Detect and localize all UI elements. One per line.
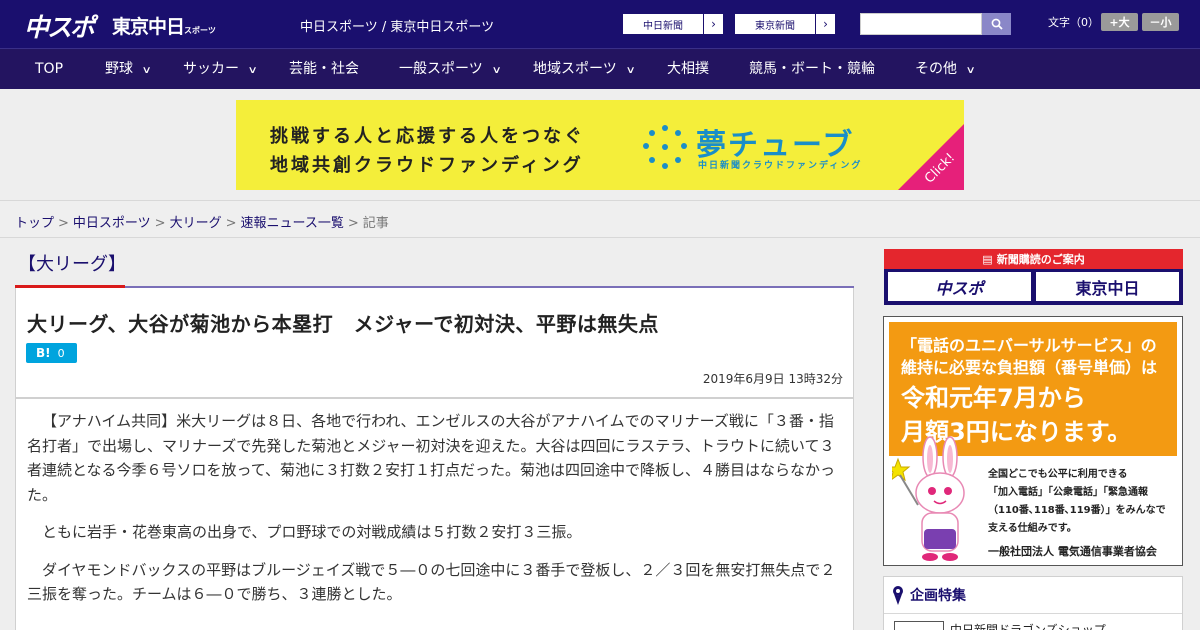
hatena-bookmark-icon: B! (36, 346, 51, 360)
breadcrumb-bar: トップ > 中日スポーツ > 大リーグ > 速報ニュース一覧 > 記事 (0, 200, 1200, 238)
article-paragraph: ダイヤモンドバックスの平野はブルージェイズ戦で５―０の七回途中に３番手で登板し、… (27, 560, 836, 604)
breadcrumb-separator: > (225, 216, 237, 231)
breadcrumb-link-news-list[interactable]: 速報ニュース一覧 (241, 216, 344, 231)
nav-item-sumo[interactable]: 大相撲 (667, 49, 709, 89)
breadcrumb-separator: > (347, 216, 359, 231)
search-input[interactable] (860, 13, 982, 35)
banner-line2: 地域共創クラウドファンディング (270, 155, 584, 176)
universal-service-ad[interactable]: 「電話のユニバーサルサービス」の 維持に必要な負担額（番号単価）は 令和元年7月… (883, 316, 1183, 566)
hatena-bookmark-count: 0 (57, 346, 65, 360)
feature-heading: 企画特集 (892, 585, 966, 605)
subscribe-chunichi-sports[interactable]: 中スポ (888, 272, 1031, 301)
chevron-right-icon: › (815, 14, 835, 34)
chevron-down-icon: ∨ (965, 65, 976, 76)
ribbon-icon (893, 586, 903, 605)
tokyo-logo-text: 東京中日 (112, 16, 185, 38)
breadcrumb-link-chunichi-sports[interactable]: 中日スポーツ (73, 216, 151, 231)
banner-line1: 挑戦する人と応援する人をつなぐ (270, 126, 585, 147)
chunichi-shimbun-label: 中日新聞 (643, 20, 683, 32)
subscribe-tokyo-chunichi[interactable]: 東京中日 (1036, 272, 1179, 301)
ad-body-line: 「加入電話」「公衆電話」「緊急通報 (988, 487, 1148, 498)
nav-label: 芸能・社会 (289, 61, 359, 77)
article-paragraph: ともに岩手・花巻東高の出身で、プロ野球での対戦成績は５打数２安打３三振。 (42, 523, 582, 541)
chevron-right-icon: › (703, 14, 723, 34)
nav-label: TOP (35, 61, 64, 77)
breadcrumb-link-mlb[interactable]: 大リーグ (170, 216, 222, 231)
font-size-label: 文字（0） (1048, 16, 1099, 29)
article-title: 大リーグ、大谷が菊池から本塁打 メジャーで初対決、平野は無失点 (27, 312, 659, 336)
ad-line1: 「電話のユニバーサルサービス」の (901, 336, 1157, 355)
nav-item-baseball[interactable]: 野球 ∨ (105, 49, 152, 89)
search-button[interactable] (982, 13, 1011, 35)
feature-thumbnail[interactable] (894, 621, 944, 630)
breadcrumb-link-top[interactable]: トップ (15, 216, 54, 231)
subscription-heading-label: 新聞購読のご案内 (996, 253, 1085, 266)
ad-body-line: （110番､118番､119番）」をみんなで (988, 505, 1166, 516)
breadcrumb: トップ > 中日スポーツ > 大リーグ > 速報ニュース一覧 > 記事 (15, 212, 389, 231)
site-links[interactable]: 中日スポーツ / 東京中日スポーツ (300, 16, 494, 35)
divider (884, 613, 1182, 614)
nav-item-soccer[interactable]: サッカー ∨ (183, 49, 258, 89)
article-date: 2019年6月9日 13時32分 (702, 372, 843, 386)
nav-label: 一般スポーツ (399, 61, 483, 77)
ad-line3: 令和元年7月から (901, 384, 1086, 412)
nav-label: 野球 (105, 61, 133, 77)
nav-item-entertainment[interactable]: 芸能・社会 (289, 49, 359, 89)
breadcrumb-separator: > (154, 216, 166, 231)
search-icon (991, 18, 1003, 30)
dots-logo-icon (643, 125, 687, 169)
category-heading: 【大リーグ】 (18, 254, 126, 275)
article-paragraph: 【アナハイム共同】米大リーグは８日、各地で行われ、エンゼルスの大谷がアナハイムで… (27, 412, 836, 504)
ad-organization: 一般社団法人 電気通信事業者協会 (988, 545, 1157, 558)
article-header: 大リーグ、大谷が菊池から本塁打 メジャーで初対決、平野は無失点 B! 0 2019… (15, 288, 854, 398)
nav-label: 地域スポーツ (533, 61, 617, 77)
nav-item-top[interactable]: TOP (35, 49, 63, 89)
ad-line2: 維持に必要な負担額（番号単価）は (901, 358, 1158, 377)
nav-label: その他 (915, 61, 957, 77)
chevron-down-icon: ∨ (141, 65, 152, 76)
breadcrumb-separator: > (58, 216, 69, 231)
nav-label: サッカー (183, 61, 239, 77)
subscription-heading[interactable]: ▤ 新聞購読のご案内 (884, 249, 1183, 269)
font-smaller-button[interactable]: －小 (1142, 13, 1179, 31)
nav-item-racing[interactable]: 競馬・ボート・競輪 (749, 49, 875, 89)
site-header: 中スポ 東京中日スポーツ 中日スポーツ / 東京中日スポーツ 中日新聞 › 東京… (0, 0, 1200, 48)
nav-label: 競馬・ボート・競輪 (749, 61, 875, 77)
ad-body-line: 全国どこでも公平に利用できる (988, 469, 1128, 480)
main-nav: TOP 野球 ∨ サッカー ∨ 芸能・社会 一般スポーツ ∨ 地域スポーツ ∨ 大相撲 … (0, 48, 1200, 89)
tokyo-logo-suffix: スポーツ (184, 26, 216, 35)
chevron-down-icon: ∨ (491, 65, 502, 76)
feature-item-link[interactable]: 中日新聞ドラゴンズショップ (950, 621, 1106, 630)
breadcrumb-current: 記事 (362, 216, 389, 231)
nav-item-local-sports[interactable]: 地域スポーツ ∨ (533, 49, 636, 89)
banner-brand-sub: 中日新聞クラウドファンディング (698, 161, 863, 171)
chunichi-sports-logo[interactable]: 中スポ (24, 8, 95, 44)
chevron-down-icon: ∨ (625, 65, 636, 76)
article-body: 【アナハイム共同】米大リーグは８日、各地で行われ、エンゼルスの大谷がアナハイムで… (15, 398, 854, 630)
nav-item-general-sports[interactable]: 一般スポーツ ∨ (399, 49, 502, 89)
font-larger-button[interactable]: +大 (1101, 13, 1138, 31)
feature-heading-label: 企画特集 (910, 588, 966, 604)
hatena-bookmark-button[interactable]: B! 0 (26, 343, 77, 363)
chevron-down-icon: ∨ (247, 65, 258, 76)
tokyo-chunichi-logo[interactable]: 東京中日スポーツ (112, 12, 216, 39)
rabbit-mascot-icon (892, 436, 965, 561)
tokyo-shimbun-label: 東京新聞 (755, 20, 795, 32)
tokyo-shimbun-link[interactable]: 東京新聞 › (734, 13, 836, 35)
crowdfunding-banner[interactable]: 挑戦する人と応援する人をつなぐ 地域共創クラウドファンディング 夢チューブ 中日… (236, 100, 964, 190)
feature-box: 企画特集 中日新聞ドラゴンズショップ (883, 576, 1183, 630)
nav-label: 大相撲 (667, 61, 709, 77)
chunichi-shimbun-link[interactable]: 中日新聞 › (622, 13, 724, 35)
subscription-box: ▤ 新聞購読のご案内 中スポ 東京中日 (884, 249, 1183, 305)
nav-item-other[interactable]: その他 ∨ (915, 49, 976, 89)
newspaper-icon: ▤ (982, 252, 993, 266)
ad-body-line: 支える仕組みです。 (988, 523, 1077, 534)
